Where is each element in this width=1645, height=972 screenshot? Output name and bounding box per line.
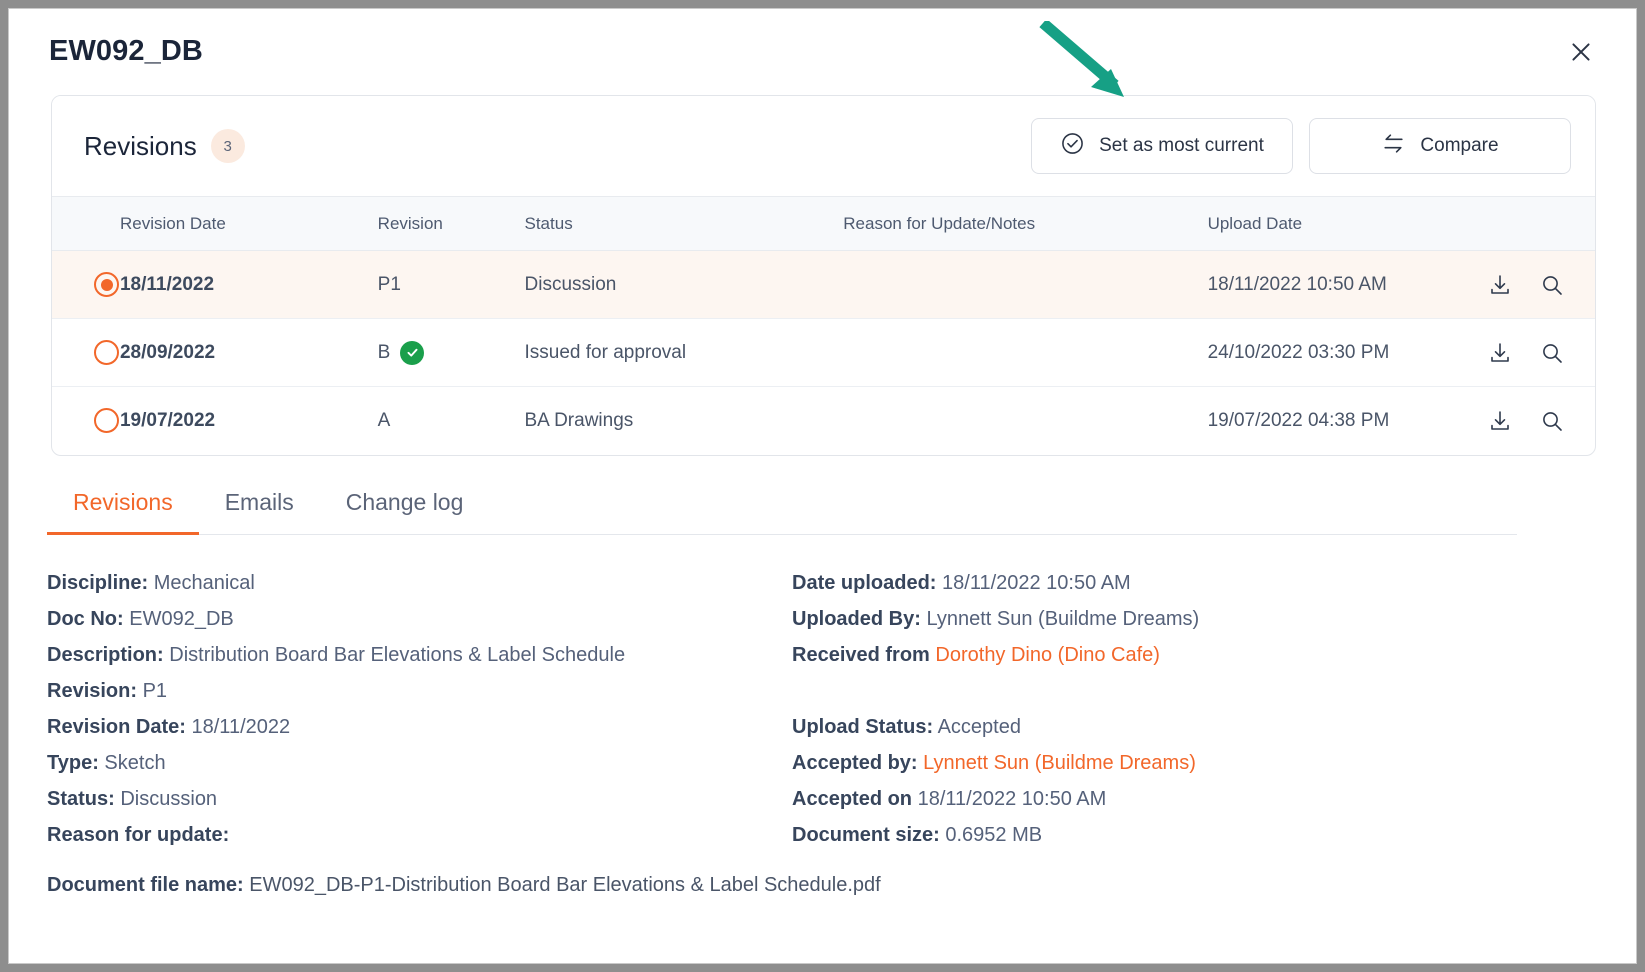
revisions-heading: Revisions 3 xyxy=(84,129,1031,163)
document-details-modal: EW092_DB Revisions 3 Set as most current… xyxy=(8,8,1637,964)
tab-change-log[interactable]: Change log xyxy=(320,479,490,535)
table-row[interactable]: 18/11/2022 P1 Discussion 18/11/2022 10:5… xyxy=(52,250,1595,319)
revisions-actions: Set as most current Compare xyxy=(1031,118,1571,174)
detail-reason-for-update: Reason for update: xyxy=(47,824,230,846)
download-icon[interactable] xyxy=(1487,340,1513,366)
table-header-row: Revision Date Revision Status Reason for… xyxy=(52,196,1595,251)
column-revision: Revision xyxy=(377,196,525,251)
detail-description: Description: Distribution Board Bar Elev… xyxy=(47,644,626,666)
revisions-card-header: Revisions 3 Set as most current Compare xyxy=(52,96,1595,196)
revision-label: A xyxy=(377,409,391,431)
revision-radio[interactable] xyxy=(94,340,119,365)
revision-label: B xyxy=(377,341,391,363)
compare-label: Compare xyxy=(1420,135,1499,156)
row-revision: P1 xyxy=(377,250,525,319)
row-upload-date: 24/10/2022 03:30 PM xyxy=(1207,318,1476,387)
column-reason-notes: Reason for Update/Notes xyxy=(843,196,1208,251)
table-row[interactable]: 19/07/2022 A BA Drawings 19/07/2022 04:3… xyxy=(52,387,1595,455)
received-from-link[interactable]: Dorothy Dino (Dino Cafe) xyxy=(935,644,1160,666)
swap-arrows-icon xyxy=(1381,131,1406,162)
detail-doc-no: Doc No: EW092_DB xyxy=(47,608,234,630)
compare-button[interactable]: Compare xyxy=(1309,118,1571,174)
details-right-column: Date uploaded: 18/11/2022 10:50 AM Uploa… xyxy=(792,565,1537,853)
row-revision-date: 28/09/2022 xyxy=(119,318,378,387)
row-upload-date: 18/11/2022 10:50 AM xyxy=(1207,250,1476,319)
detail-revision-date: Revision Date: 18/11/2022 xyxy=(47,716,291,738)
detail-discipline: Discipline: Mechanical xyxy=(47,572,255,594)
row-actions-cell xyxy=(1475,250,1595,319)
screen: EW092_DB Revisions 3 Set as most current… xyxy=(0,0,1645,972)
column-revision-date: Revision Date xyxy=(119,196,378,251)
detail-type: Type: Sketch xyxy=(47,752,166,774)
row-upload-date: 19/07/2022 04:38 PM xyxy=(1207,409,1390,431)
close-icon[interactable] xyxy=(1562,33,1600,71)
set-as-most-current-button[interactable]: Set as most current xyxy=(1031,118,1293,174)
approved-check-icon xyxy=(400,340,425,365)
column-status: Status xyxy=(524,196,844,251)
page-title: EW092_DB xyxy=(49,35,203,67)
row-status: Discussion xyxy=(524,250,844,319)
row-notes xyxy=(843,318,1208,387)
row-actions-cell xyxy=(1475,318,1595,387)
tab-emails[interactable]: Emails xyxy=(199,479,320,535)
search-icon[interactable] xyxy=(1539,272,1565,298)
row-revision-date: 18/11/2022 xyxy=(119,250,378,319)
details-spacer xyxy=(792,673,1537,709)
column-upload-date: Upload Date xyxy=(1207,196,1476,251)
detail-document-size: Document size: 0.6952 MB xyxy=(792,824,1043,846)
detail-accepted-by: Accepted by: Lynnett Sun (Buildme Dreams… xyxy=(792,752,1196,774)
detail-uploaded-by: Uploaded By: Lynnett Sun (Buildme Dreams… xyxy=(792,608,1200,630)
column-select xyxy=(52,196,120,251)
detail-status: Status: Discussion xyxy=(47,788,218,810)
row-select-cell xyxy=(52,250,120,319)
revision-label: P1 xyxy=(377,273,401,295)
download-icon[interactable] xyxy=(1487,272,1513,298)
details-left-column: Discipline: Mechanical Doc No: EW092_DB … xyxy=(47,565,792,853)
row-revision-date: 19/07/2022 xyxy=(119,409,216,431)
revisions-card: Revisions 3 Set as most current Compare … xyxy=(51,95,1596,456)
revisions-count-badge: 3 xyxy=(210,129,245,163)
revisions-heading-label: Revisions xyxy=(84,130,197,161)
table-row[interactable]: 28/09/2022 B Issued for approval 24/10/2… xyxy=(52,318,1595,387)
detail-document-file-name: Document file name: EW092_DB-P1-Distribu… xyxy=(47,874,881,896)
row-revision: A xyxy=(378,387,525,455)
check-circle-icon xyxy=(1060,131,1085,162)
details-panel: Discipline: Mechanical Doc No: EW092_DB … xyxy=(47,565,1557,903)
row-notes xyxy=(843,387,1207,455)
accepted-by-link[interactable]: Lynnett Sun (Buildme Dreams) xyxy=(923,752,1196,774)
row-status: Issued for approval xyxy=(524,318,844,387)
set-as-most-current-label: Set as most current xyxy=(1099,135,1264,156)
download-icon[interactable] xyxy=(1487,408,1513,434)
row-select-cell xyxy=(52,387,120,455)
row-revision: B xyxy=(377,318,525,387)
row-notes xyxy=(843,250,1208,319)
search-icon[interactable] xyxy=(1539,340,1565,366)
revision-radio[interactable] xyxy=(94,272,119,297)
column-actions xyxy=(1475,196,1595,251)
row-actions-cell xyxy=(1475,387,1595,455)
detail-accepted-on: Accepted on 18/11/2022 10:50 AM xyxy=(792,788,1107,810)
detail-date-uploaded: Date uploaded: 18/11/2022 10:50 AM xyxy=(792,572,1131,594)
detail-tabs: Revisions Emails Change log xyxy=(47,479,1517,535)
revisions-table-body: 18/11/2022 P1 Discussion 18/11/2022 10:5… xyxy=(52,250,1595,455)
search-icon[interactable] xyxy=(1539,408,1565,434)
revision-radio[interactable] xyxy=(94,408,119,434)
row-select-cell xyxy=(52,318,120,387)
detail-revision: Revision: P1 xyxy=(47,680,168,702)
detail-received-from: Received from Dorothy Dino (Dino Cafe) xyxy=(792,644,1160,666)
row-status: BA Drawings xyxy=(524,409,634,431)
revisions-table-head: Revision Date Revision Status Reason for… xyxy=(52,196,1595,251)
revisions-table: Revision Date Revision Status Reason for… xyxy=(52,196,1595,455)
modal-header: EW092_DB xyxy=(9,9,1636,95)
tab-revisions[interactable]: Revisions xyxy=(47,479,199,535)
detail-upload-status: Upload Status: Accepted xyxy=(792,716,1021,738)
